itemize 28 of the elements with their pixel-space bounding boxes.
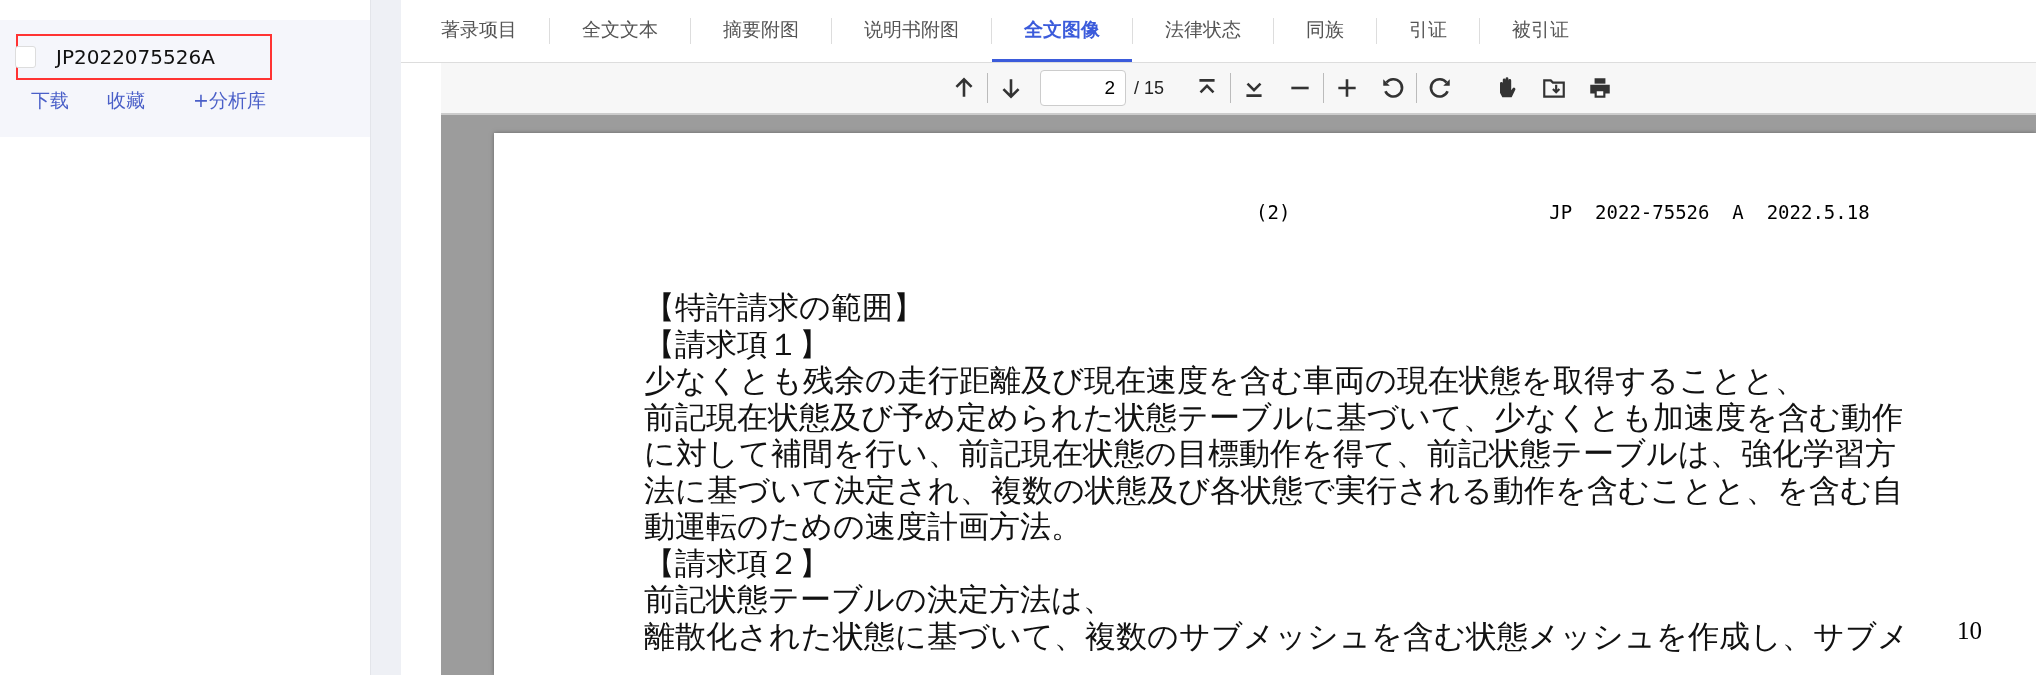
tab[interactable]: 同族 — [1274, 0, 1376, 62]
claim-text-line: 法に基づいて決定され、複数の状態及び各状態で実行される動作を含むことと、を含む自 — [644, 472, 1904, 509]
claim-text-line: 離散化された状態に基づいて、複数のサブメッシュを含む状態メッシュを作成し、サブメ — [644, 618, 1909, 655]
tab[interactable]: 引证 — [1377, 0, 1479, 62]
patent-number[interactable]: JP2022075526A — [56, 45, 215, 69]
claim-text-line: 前記現在状態及び予め定められた状態テーブルに基づいて、少なくとも加速度を含む動作 — [644, 399, 1904, 436]
action-link[interactable]: 收藏 — [107, 88, 145, 114]
page-count: / 15 — [1134, 77, 1165, 99]
action-link[interactable]: +分析库 — [193, 88, 266, 114]
page-header: JP 2022-75526 A 2022.5.18 — [1549, 201, 1870, 225]
tab[interactable]: 全文文本 — [550, 0, 690, 62]
claim-text-line: 少なくとも残余の走行距離及び現在速度を含む車両の現在状態を取得することと、 — [644, 363, 1807, 400]
action-link[interactable]: 下载 — [31, 88, 69, 114]
page-input[interactable]: 2 — [1040, 70, 1126, 106]
checkbox[interactable] — [15, 46, 36, 68]
claim-text-line: 動運転のための速度計画方法。 — [644, 509, 1083, 546]
tab[interactable]: 被引证 — [1480, 0, 1601, 62]
tab[interactable]: 法律状态 — [1133, 0, 1273, 62]
claim-text-line: 前記状態テーブルの決定方法は、 — [644, 582, 1115, 619]
claim-text-line: 【請求項１】 — [644, 326, 831, 363]
tab[interactable]: 著录项目 — [441, 0, 549, 62]
claim-text-line: 【特許請求の範囲】 — [644, 290, 925, 327]
claim-text-line: 【請求項２】 — [644, 545, 831, 582]
tab[interactable]: 摘要附图 — [691, 0, 831, 62]
page-label: (2) — [1256, 201, 1291, 225]
tab[interactable]: 说明书附图 — [832, 0, 991, 62]
line-number: 10 — [1957, 617, 1982, 645]
claim-text-line: に対して補間を行い、前記現在状態の目標動作を得て、前記状態テーブルは、強化学習方 — [644, 436, 1897, 473]
